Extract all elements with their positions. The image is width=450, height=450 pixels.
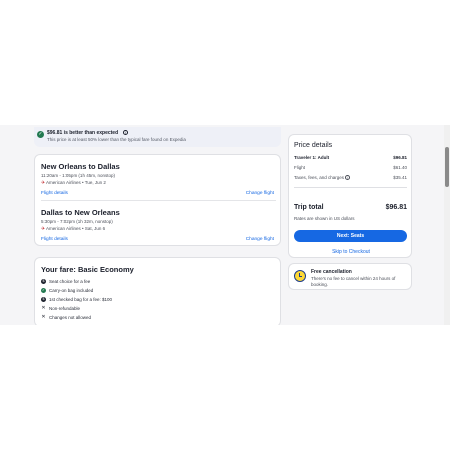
flight-route: New Orleans to Dallas [41, 162, 120, 171]
free-cancellation-card: Free cancellation There's no fee to canc… [288, 263, 412, 290]
flight-times: 5:30pm - 7:02pm (1h 32m, nonstop) [41, 219, 113, 224]
fare-title: Your fare: Basic Economy [41, 265, 134, 274]
flight-price-row: Flight $61.40 [294, 165, 407, 170]
currency-note: Rates are shown in US dollars [294, 216, 355, 221]
trip-total-value: $96.81 [385, 204, 407, 211]
divider [41, 200, 276, 201]
x-icon: ✕ [41, 305, 46, 312]
fare-feature-text: Carry-on bag included [49, 288, 94, 293]
info-icon[interactable]: i [345, 175, 351, 181]
flight-route: Dallas to New Orleans [41, 208, 120, 217]
scrollbar[interactable] [444, 125, 450, 325]
fare-feature-text: Non-refundable [49, 306, 81, 311]
flight-price-value: $61.40 [393, 165, 407, 170]
fare-feature-text: 1st checked bag for a fee: $100 [49, 297, 113, 302]
fare-feature: $1st checked bag for a fee: $100 [41, 297, 113, 303]
fare-feature-text: Changes not allowed [49, 315, 92, 320]
taxes-value: $35.41 [393, 175, 407, 180]
price-details-card: Price details Traveler 1: Adult $96.81 F… [288, 134, 412, 258]
taxes-label: Taxes, fees, and charges [294, 175, 345, 180]
check-circle-icon: ✓ [37, 131, 44, 138]
price-details-title: Price details [294, 142, 333, 149]
price-insight-title: $96.81 is better than expected [47, 130, 119, 136]
x-icon: ✕ [41, 314, 46, 321]
fare-feature: $ Seat choice for a fee [41, 279, 91, 285]
next-seats-button[interactable]: Next: Seats [294, 230, 407, 242]
price-insight-subtitle: This price is at least 50% lower than th… [47, 137, 186, 142]
change-flight-link[interactable]: Change flight [246, 191, 274, 196]
flight-details-link[interactable]: Flight details [41, 237, 68, 242]
checkout-page: ✓ $96.81 is better than expected i This … [0, 125, 450, 325]
dollar-icon: $ [41, 297, 46, 303]
price-insight-banner: ✓ $96.81 is better than expected i This … [34, 127, 281, 147]
flight-airline: ✈American Airlines • Sat, Jun 6 [41, 226, 105, 232]
fare-feature: ✕ Changes not allowed [41, 315, 91, 320]
flight-details-link[interactable]: Flight details [41, 191, 68, 196]
flight-airline: ✈American Airlines • Tue, Jun 2 [41, 180, 106, 186]
dollar-icon: $ [41, 279, 46, 285]
traveler-label: Traveler 1: Adult [294, 155, 330, 160]
divider [294, 187, 407, 188]
check-icon: ✓ [41, 288, 46, 294]
fare-feature: ✓ Carry-on bag included [41, 288, 94, 294]
trip-total-label: Trip total [294, 204, 324, 211]
taxes-row: Taxes, fees, and charges i $35.41 [294, 175, 407, 181]
flight-airline-text: American Airlines • Tue, Jun 2 [46, 180, 106, 185]
skip-to-checkout-link[interactable]: Skip to Checkout [289, 249, 413, 255]
traveler-row: Traveler 1: Adult $96.81 [294, 155, 407, 160]
fare-details-card: Your fare: Basic Economy $ Seat choice fo… [34, 257, 281, 325]
trip-total-row: Trip total $96.81 [294, 204, 407, 211]
change-flight-link[interactable]: Change flight [246, 237, 274, 242]
scrollbar-thumb[interactable] [445, 147, 449, 187]
fare-feature-text: Seat choice for a fee [49, 279, 91, 284]
traveler-value: $96.81 [393, 155, 407, 160]
clock-icon [294, 270, 306, 282]
flight-price-label: Flight [294, 165, 306, 170]
fare-feature: ✕ Non-refundable [41, 306, 80, 311]
cancellation-text: There's no fee to cancel within 24 hours… [311, 276, 396, 287]
flight-times: 11:20am - 1:05pm (1h 45m, nonstop) [41, 173, 115, 178]
cancellation-title: Free cancellation [311, 269, 352, 275]
info-icon[interactable]: i [123, 130, 128, 135]
flight-airline-text: American Airlines • Sat, Jun 6 [46, 226, 106, 231]
flights-summary-card: New Orleans to Dallas 11:20am - 1:05pm (… [34, 154, 281, 246]
